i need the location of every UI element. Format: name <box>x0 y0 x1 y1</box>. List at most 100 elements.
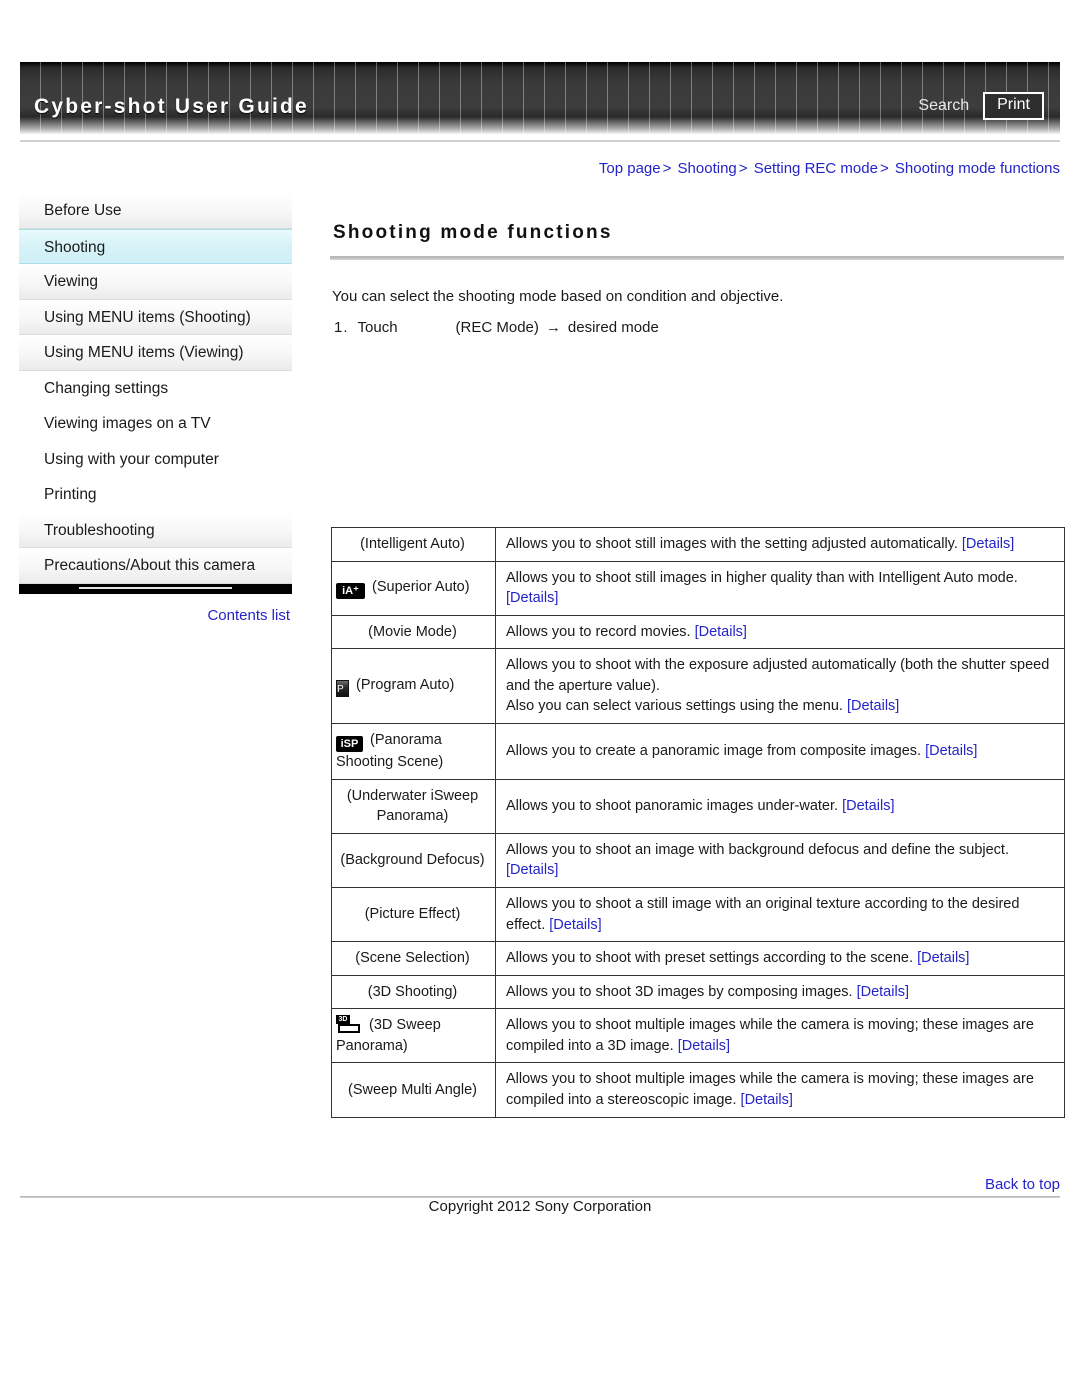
mode-label: (Picture Effect) <box>364 906 461 923</box>
program-auto-icon: P <box>336 680 349 698</box>
details-link[interactable]: [Details] <box>506 590 558 606</box>
sidebar-item-label: Using MENU items (Shooting) <box>44 308 251 326</box>
sidebar-item-shooting[interactable]: Shooting <box>19 228 292 264</box>
sidebar-item-troubleshooting[interactable]: Troubleshooting <box>19 512 292 548</box>
description-cell: Allows you to shoot still images with th… <box>495 527 1065 562</box>
description-cell: Allows you to shoot still images in high… <box>495 560 1065 616</box>
sweep-3d-icon-frame <box>338 1024 360 1034</box>
mode-cell: (Background Defocus) <box>331 832 496 888</box>
details-link[interactable]: [Details] <box>549 917 601 933</box>
sidebar-bottom-bar <box>19 583 292 594</box>
sidebar-item-using-with-your-computer[interactable]: Using with your computer <box>19 441 292 477</box>
breadcrumb-item-setting-rec-mode[interactable]: Setting REC mode <box>754 160 878 177</box>
sidebar-item-label: Printing <box>44 486 97 503</box>
page-title: Shooting mode functions <box>333 222 613 243</box>
sidebar-item-label: Before Use <box>44 202 122 219</box>
description-text: Allows you to shoot 3D images by composi… <box>506 983 853 1000</box>
table-row: iSP (Panorama Shooting Scene) Allows you… <box>331 723 1065 780</box>
mode-label: (Program Auto) <box>356 677 455 694</box>
table-row: (Underwater iSweep Panorama) Allows you … <box>331 778 1065 834</box>
sidebar-item-label: Using with your computer <box>44 450 219 468</box>
sidebar-item-label: Changing settings <box>44 379 169 397</box>
details-link[interactable]: [Details] <box>857 984 909 1000</box>
details-link[interactable]: [Details] <box>695 624 747 640</box>
description-text: Allows you to record movies. <box>506 623 691 640</box>
sidebar-item-using-menu-items-viewing[interactable]: Using MENU items (Viewing) <box>19 335 292 371</box>
shooting-modes-table: (Intelligent Auto) Allows you to shoot s… <box>331 527 1065 1118</box>
intro-paragraph: You can select the shooting mode based o… <box>332 288 784 305</box>
table-row: (Intelligent Auto) Allows you to shoot s… <box>331 527 1065 562</box>
step-result: desired mode <box>567 319 659 336</box>
step-target: (REC Mode) <box>455 319 539 336</box>
breadcrumb-item-shooting-mode-functions[interactable]: Shooting mode functions <box>895 160 1060 177</box>
description-text-line2: Also you can select various settings usi… <box>506 698 843 715</box>
description-cell: Allows you to shoot an image with backgr… <box>495 832 1065 888</box>
table-row: (Picture Effect) Allows you to shoot a s… <box>331 886 1065 943</box>
contents-list-link[interactable]: Contents list <box>19 594 292 624</box>
sidebar-item-precautions-about-this-camera[interactable]: Precautions/About this camera <box>19 548 292 584</box>
mode-cell: (Movie Mode) <box>331 614 496 650</box>
description-text: Allows you to shoot still images with th… <box>506 536 958 552</box>
description-text: Allows you to shoot with preset settings… <box>506 950 914 967</box>
mode-cell: iA⁺ (Superior Auto) <box>331 560 496 616</box>
details-link[interactable]: [Details] <box>847 698 899 714</box>
details-link[interactable]: [Details] <box>842 798 894 814</box>
table-row: P (Program Auto) Allows you to shoot wit… <box>331 648 1065 725</box>
details-link[interactable]: [Details] <box>506 862 558 878</box>
details-link[interactable]: [Details] <box>741 1092 793 1108</box>
sweep-3d-icon: 3D <box>336 1015 362 1034</box>
table-row: (Movie Mode) Allows you to record movies… <box>331 614 1065 650</box>
mode-cell: (Scene Selection) <box>331 941 496 976</box>
details-link[interactable]: [Details] <box>678 1038 730 1054</box>
print-button[interactable]: Print <box>983 92 1044 120</box>
sidebar-item-viewing[interactable]: Viewing <box>19 264 292 300</box>
sidebar-item-viewing-images-on-a-tv[interactable]: Viewing images on a TV <box>19 406 292 442</box>
mode-label: (Superior Auto) <box>372 579 470 596</box>
panorama-icon: iSP <box>336 736 363 753</box>
description-cell: Allows you to create a panoramic image f… <box>495 723 1065 780</box>
mode-cell: P (Program Auto) <box>331 648 496 725</box>
mode-label: (Sweep Multi Angle) <box>348 1081 477 1098</box>
sidebar-item-label: Troubleshooting <box>44 521 155 539</box>
description-text: Allows you to shoot with the exposure ad… <box>506 657 1050 694</box>
mode-cell: (Picture Effect) <box>331 886 496 943</box>
breadcrumb-item-top-page[interactable]: Top page <box>599 160 661 177</box>
site-title: Cyber-shot User Guide <box>34 95 309 118</box>
step-number: 1. <box>334 319 349 336</box>
arrow-right-icon: → <box>545 319 561 336</box>
description-cell: Allows you to shoot multiple images whil… <box>495 1062 1065 1118</box>
details-link[interactable]: [Details] <box>917 950 969 966</box>
sweep-3d-icon-label: 3D <box>336 1015 350 1025</box>
description-cell: Allows you to shoot with preset settings… <box>495 941 1065 976</box>
sidebar-item-printing[interactable]: Printing <box>19 477 292 513</box>
description-text: Allows you to create a panoramic image f… <box>506 743 922 760</box>
breadcrumb-separator: > <box>662 160 672 177</box>
description-text: Allows you to shoot an image with backgr… <box>506 841 1009 858</box>
breadcrumb-item-shooting[interactable]: Shooting <box>678 160 737 177</box>
search-button[interactable]: Search <box>918 97 969 115</box>
header-divider <box>20 140 1060 142</box>
sidebar-nav: Before Use Shooting Viewing Using MENU i… <box>19 193 292 624</box>
sidebar-item-changing-settings[interactable]: Changing settings <box>19 370 292 406</box>
description-text-secondary: Also you can select various settings usi… <box>506 696 1056 717</box>
sidebar-item-label: Viewing images on a TV <box>44 415 211 432</box>
mode-label: (Underwater iSweep Panorama) <box>346 787 479 825</box>
main-content: Shooting mode functions You can select t… <box>330 222 1064 336</box>
header-banner: Cyber-shot User Guide Search Print <box>20 62 1060 134</box>
breadcrumb-separator: > <box>738 160 748 177</box>
mode-cell: iSP (Panorama Shooting Scene) <box>331 723 496 780</box>
breadcrumb: Top page > Shooting > Setting REC mode > Sh… <box>599 160 1060 177</box>
sidebar-item-before-use[interactable]: Before Use <box>19 193 292 229</box>
sidebar-item-using-menu-items-shooting[interactable]: Using MENU items (Shooting) <box>19 299 292 335</box>
description-cell: Allows you to shoot panoramic images und… <box>495 778 1065 834</box>
step-action: Touch <box>357 319 398 336</box>
details-link[interactable]: [Details] <box>962 536 1014 552</box>
copyright-text: Copyright 2012 Sony Corporation <box>428 1198 652 1215</box>
description-cell: Allows you to shoot a still image with a… <box>495 886 1065 943</box>
description-text: Allows you to shoot multiple images whil… <box>506 1017 1034 1054</box>
mode-label: (3D Shooting) <box>367 983 458 1000</box>
mode-label: (Background Defocus) <box>340 852 485 869</box>
details-link[interactable]: [Details] <box>925 743 977 759</box>
mode-label: (Movie Mode) <box>368 623 457 640</box>
back-to-top-link[interactable]: Back to top <box>985 1176 1060 1193</box>
